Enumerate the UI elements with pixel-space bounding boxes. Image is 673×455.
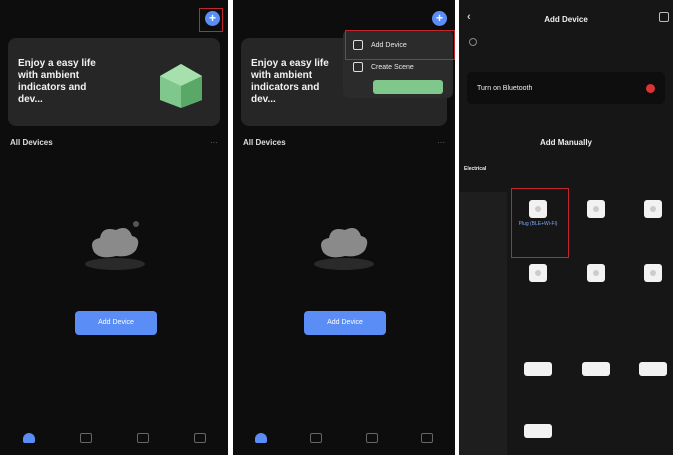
add-plus-icon[interactable]: + — [432, 10, 447, 26]
home-icon — [254, 433, 267, 443]
add-device-button[interactable]: Add Device — [304, 311, 386, 335]
device-tile[interactable] — [629, 264, 673, 285]
section-title: All Devices — [243, 138, 286, 147]
add-device-button[interactable]: Add Device — [75, 311, 157, 335]
plug-icon — [644, 200, 662, 218]
home-icon — [22, 433, 35, 443]
category-item[interactable] — [459, 288, 507, 320]
highlight-box — [345, 30, 455, 60]
back-icon[interactable]: ‹ — [467, 11, 471, 23]
banner-text: Enjoy a easy life with ambient indicator… — [18, 58, 96, 105]
category-item[interactable] — [459, 256, 507, 288]
add-device-screen: ‹ Add Device Turn on Bluetooth Add Manua… — [459, 0, 673, 455]
device-tile[interactable] — [514, 424, 562, 441]
empty-state-illustration-icon — [85, 221, 145, 270]
tab-bar — [0, 421, 228, 455]
page-title: Add Device — [544, 14, 588, 24]
category-item[interactable] — [459, 224, 507, 256]
menu-create-scene-label: Create Scene — [371, 63, 414, 71]
power-strip-icon — [524, 424, 552, 438]
category-item[interactable] — [459, 352, 507, 384]
tab-me[interactable] — [193, 433, 206, 443]
all-devices-section: All Devices ··· — [243, 138, 445, 147]
home-screen-menu: + Enjoy a easy life with ambient indicat… — [233, 0, 455, 455]
scene-preview-icon — [373, 80, 443, 94]
tab-smart[interactable] — [79, 433, 92, 443]
me-icon — [193, 433, 206, 443]
device-tile[interactable] — [572, 200, 620, 221]
device-tile[interactable] — [514, 264, 562, 285]
house-illustration-icon — [160, 64, 202, 108]
plug-icon — [529, 264, 547, 282]
empty-state-illustration-icon — [314, 228, 374, 270]
bluetooth-label: Turn on Bluetooth — [477, 84, 533, 92]
tab-bar — [233, 421, 455, 455]
home-header: + — [241, 8, 447, 28]
scene-icon — [353, 62, 363, 72]
highlight-box — [199, 8, 223, 32]
tab-me[interactable] — [421, 433, 434, 443]
power-strip-icon — [524, 362, 552, 376]
add-device-header: ‹ Add Device — [459, 8, 673, 30]
promo-banner[interactable]: Enjoy a easy life with ambient indicator… — [8, 38, 220, 126]
category-item[interactable] — [459, 384, 507, 416]
device-tile[interactable] — [514, 362, 562, 379]
device-tile[interactable] — [572, 264, 620, 285]
device-tile[interactable] — [629, 362, 673, 379]
more-icon[interactable]: ··· — [210, 138, 218, 147]
mall-icon — [365, 433, 378, 443]
tab-mall[interactable] — [365, 433, 378, 443]
section-title: All Devices — [10, 138, 53, 147]
power-strip-icon — [639, 362, 667, 376]
category-item[interactable]: Electrical — [459, 160, 507, 192]
more-icon[interactable]: ··· — [437, 138, 445, 147]
mall-icon — [136, 433, 149, 443]
category-item[interactable] — [459, 320, 507, 352]
category-list: Electrical — [459, 160, 507, 455]
banner-text: Enjoy a easy life with ambient indicator… — [251, 58, 329, 105]
tab-mall[interactable] — [136, 433, 149, 443]
smart-icon — [79, 433, 92, 443]
plug-icon — [644, 264, 662, 282]
smart-icon — [310, 433, 323, 443]
scan-icon[interactable] — [659, 12, 669, 22]
category-item[interactable] — [459, 192, 507, 224]
home-screen: + Enjoy a easy life with ambient indicat… — [0, 0, 228, 455]
home-header: + — [8, 8, 220, 28]
info-icon — [469, 38, 477, 46]
tab-home[interactable] — [254, 433, 267, 443]
bluetooth-icon — [646, 83, 655, 93]
highlight-box — [511, 188, 569, 258]
device-tile[interactable] — [629, 200, 673, 221]
power-strip-icon — [582, 362, 610, 376]
plug-icon — [587, 200, 605, 218]
me-icon — [421, 433, 434, 443]
notice-bar — [469, 38, 663, 46]
add-manually-title: Add Manually — [539, 138, 592, 147]
tab-smart[interactable] — [310, 433, 323, 443]
all-devices-section: All Devices ··· — [10, 138, 218, 147]
plug-icon — [587, 264, 605, 282]
category-item[interactable] — [459, 416, 507, 448]
device-tile[interactable] — [572, 362, 620, 379]
bluetooth-row[interactable]: Turn on Bluetooth — [467, 72, 665, 104]
tab-home[interactable] — [22, 433, 35, 443]
